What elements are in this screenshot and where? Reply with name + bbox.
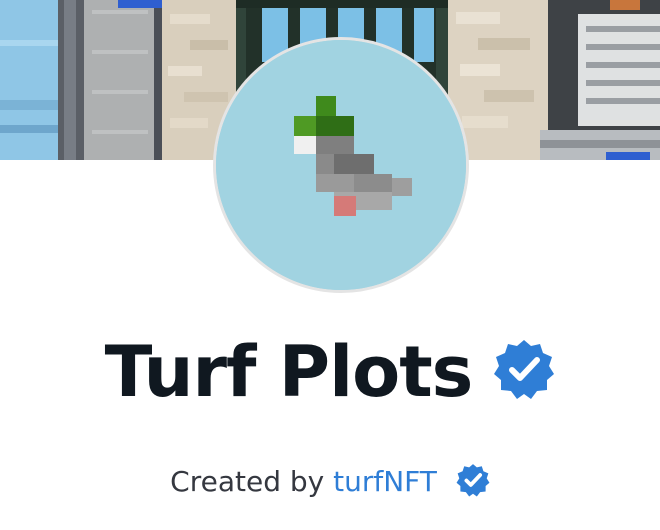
creator-row: Created by turfNFT <box>0 458 660 506</box>
created-by-label: Created by <box>170 465 334 498</box>
creator-link[interactable]: turfNFT <box>333 465 437 498</box>
collection-title-row: Turf Plots <box>0 322 660 422</box>
verified-badge-icon <box>456 463 490 497</box>
collection-title: Turf Plots <box>104 331 474 413</box>
collection-header: Turf Plots Created by turfNFT <box>0 0 660 530</box>
verified-badge-icon <box>493 338 555 400</box>
collection-avatar <box>213 37 469 293</box>
